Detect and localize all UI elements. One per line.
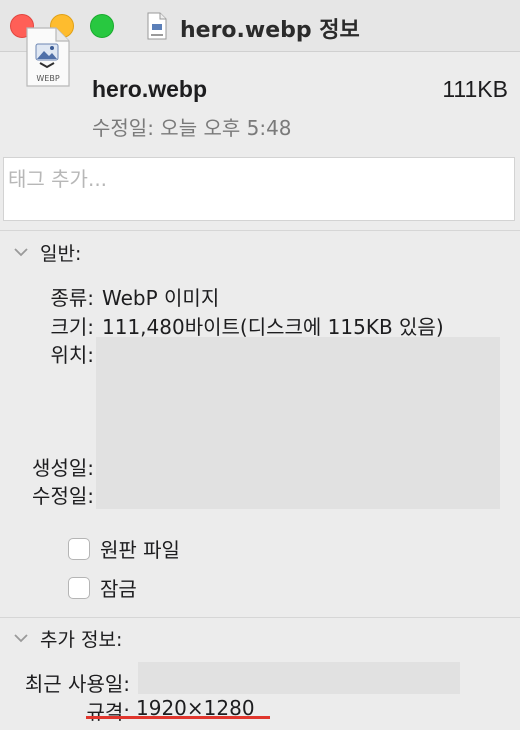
more-info-section-header: 추가 정보: [40, 628, 123, 651]
chevron-down-icon [14, 634, 28, 643]
locked-label: 잠금 [100, 577, 137, 601]
kind-label: 종류: [50, 286, 94, 310]
maximize-button[interactable] [90, 14, 114, 38]
created-label: 생성일: [32, 456, 94, 480]
general-section-header: 일반: [40, 242, 82, 265]
locked-checkbox[interactable] [68, 576, 90, 599]
divider [0, 617, 520, 618]
tag-input[interactable]: 태그 추가... [3, 157, 515, 221]
modified-label: 수정일: [32, 484, 94, 508]
file-size: 111KB [442, 76, 508, 102]
size-label: 크기: [50, 315, 94, 339]
chevron-down-icon [14, 248, 28, 257]
highlight-underline [86, 716, 270, 719]
title-bar: hero.webp 정보 [0, 0, 520, 52]
file-name: hero.webp [92, 76, 208, 102]
icon-badge-text: WEBP [36, 74, 59, 83]
locked-checkbox-row[interactable]: 잠금 [68, 573, 137, 602]
more-info-section-toggle[interactable]: 추가 정보: [12, 624, 122, 652]
general-section-toggle[interactable]: 일반: [12, 238, 81, 266]
document-icon [147, 12, 167, 40]
modified-date: 수정일: 오늘 오후 5:48 [92, 116, 292, 140]
redacted-location-dates [96, 337, 500, 509]
window-title: hero.webp 정보 [180, 18, 360, 43]
kind-value: WebP 이미지 [102, 286, 220, 310]
stationery-checkbox[interactable] [68, 537, 90, 560]
stationery-checkbox-row[interactable]: 원판 파일 [68, 534, 180, 563]
divider [0, 230, 520, 231]
where-label: 위치: [50, 343, 94, 367]
dimensions-label: 규격: [86, 700, 130, 724]
size-value: 111,480바이트(디스크에 115KB 있음) [102, 315, 444, 339]
webp-document-icon: WEBP [26, 27, 70, 87]
stationery-label: 원판 파일 [100, 538, 180, 562]
redacted-last-opened [138, 662, 460, 694]
last-opened-label: 최근 사용일: [24, 672, 130, 696]
